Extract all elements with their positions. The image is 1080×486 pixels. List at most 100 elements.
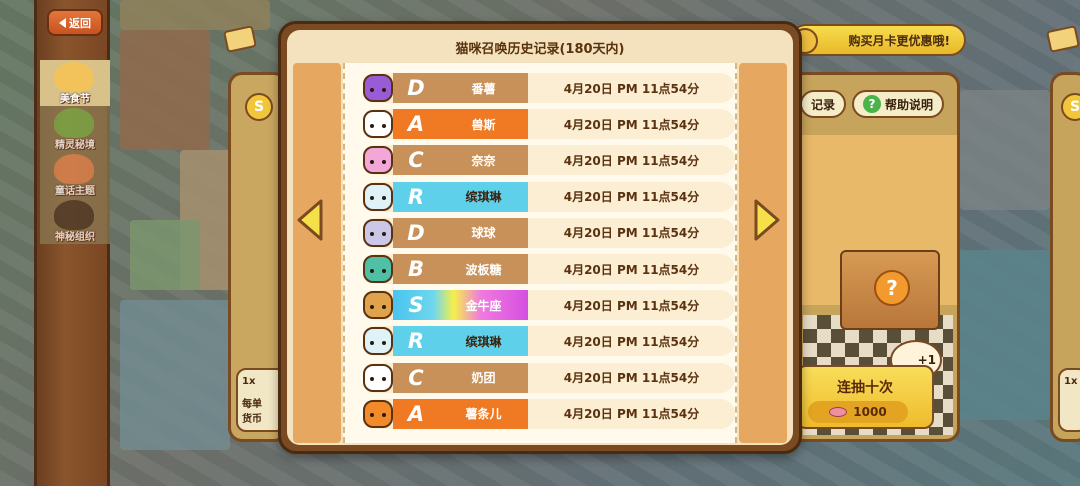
help-label: 帮助说明 — [884, 97, 933, 112]
cat-name: 球球 — [471, 226, 496, 241]
summon-time: 4月20日 PM 11点54分 — [563, 334, 700, 349]
rank-bar: B 波板糖 — [393, 254, 528, 284]
cat-name: 番薯 — [471, 81, 496, 96]
fish-icon — [829, 407, 848, 417]
cat-name: 缤琪琳 — [465, 334, 502, 349]
rank-bar: R 缤琪琳 — [393, 181, 528, 212]
rank-bar: D 番薯 — [393, 73, 528, 103]
history-row: C 奈奈 4月20日 PM 11点54分 — [363, 145, 735, 176]
sidebar-item-label: 精灵秘境 — [55, 140, 95, 151]
sidebar-item-spirit-realm[interactable]: 精灵秘境 — [40, 106, 110, 152]
rank-bar: S 金牛座 — [393, 290, 528, 321]
ten-draw-button[interactable]: 连抽十次 1000 — [796, 365, 934, 429]
back-label: 返回 — [69, 16, 91, 30]
history-row: A 薯条儿 4月20日 PM 11点54分 — [363, 398, 735, 429]
arrow-right-icon — [754, 199, 780, 241]
right-rail — [739, 63, 787, 443]
rank-letter: D — [407, 76, 425, 100]
rank-bar: A 薯条儿 — [393, 398, 528, 429]
sidebar-item-mystery-org[interactable]: 神秘组织 — [40, 198, 110, 244]
sidebar-item-food-festival[interactable]: 美食节 — [40, 60, 110, 106]
question-icon: ? — [862, 95, 881, 113]
back-button[interactable]: 返回 — [47, 9, 103, 36]
summon-time: 4月20日 PM 11点54分 — [563, 407, 700, 422]
sidebar-item-label: 神秘组织 — [55, 232, 95, 243]
cat-name: 奶团 — [471, 371, 496, 386]
history-list[interactable]: D 番薯 4月20日 PM 11点54分 A 兽斯 4月20日 PM 11点54分 C 奈奈 4… — [343, 63, 737, 443]
cat-avatar-icon — [363, 110, 393, 139]
single-draw-count-right: 1x — [1064, 376, 1078, 387]
cat-name: 金牛座 — [465, 298, 502, 313]
rank-letter: C — [408, 148, 424, 173]
monthly-card-label: 购买月卡更优惠哦! — [848, 33, 950, 48]
history-row: R 缤琪琳 4月20日 PM 11点54分 — [363, 181, 735, 212]
sidebar-item-fairy-tale[interactable]: 童话主题 — [40, 152, 110, 198]
rank-letter: B — [407, 257, 424, 281]
modal-body: 猫咪召唤历史记录(180天内) D 番薯 4月20日 PM 11点54分 A 兽斯 4月2… — [287, 30, 793, 445]
sidebar-item-label: 美食节 — [60, 94, 90, 105]
ten-draw-label: 连抽十次 — [837, 380, 893, 396]
rank-bar: C 奶团 — [393, 362, 528, 393]
cat-avatar-icon — [363, 182, 393, 211]
cat-name: 兽斯 — [471, 117, 496, 132]
monthly-card-banner[interactable]: 购买月卡更优惠哦! — [790, 24, 966, 56]
ten-draw-cost-value: 1000 — [853, 405, 887, 419]
s-rank-badge: S — [245, 93, 273, 121]
theme-sidebar: 返回 美食节 精灵秘境 童话主题 神秘组织 — [34, 0, 110, 486]
rank-bar: C 奈奈 — [393, 145, 528, 176]
history-row: R 缤琪琳 4月20日 PM 11点54分 — [363, 326, 735, 357]
rank-bar: A 兽斯 — [393, 109, 528, 140]
next-page-button[interactable] — [752, 198, 782, 242]
history-row: B 波板糖 4月20日 PM 11点54分 — [363, 254, 735, 284]
food-festival-icon — [54, 62, 94, 92]
modal-title: 猫咪召唤历史记录(180天内) — [455, 42, 625, 57]
cat-avatar-icon — [363, 363, 393, 392]
sidebar-item-label: 童话主题 — [55, 186, 95, 197]
rank-letter: R — [407, 329, 425, 354]
rank-letter: R — [407, 184, 425, 209]
back-arrow-icon — [59, 17, 66, 28]
single-draw-count: 1x — [242, 376, 256, 387]
history-row: C 奶团 4月20日 PM 11点54分 — [363, 362, 735, 393]
rank-letter: A — [407, 112, 425, 137]
cat-name: 薯条儿 — [465, 407, 502, 422]
fairy-tale-icon — [54, 154, 94, 184]
single-draw-line2: 货币 — [242, 414, 262, 425]
cat-avatar-icon — [363, 146, 393, 175]
help-button[interactable]: ? 帮助说明 — [852, 90, 944, 118]
single-draw-line1: 每单 — [242, 399, 262, 410]
rank-bar: R 缤琪琳 — [393, 326, 528, 357]
cat-name: 奈奈 — [471, 153, 496, 168]
history-row: S 金牛座 4月20日 PM 11点54分 — [363, 290, 735, 321]
arrow-left-icon — [297, 199, 323, 241]
summon-time: 4月20日 PM 11点54分 — [563, 153, 700, 168]
prev-page-button[interactable] — [295, 198, 325, 242]
summon-history-modal: 猫咪召唤历史记录(180天内) D 番薯 4月20日 PM 11点54分 A 兽斯 4月2… — [278, 21, 802, 454]
summon-time: 4月20日 PM 11点54分 — [563, 226, 700, 241]
summon-time: 4月20日 PM 11点54分 — [563, 117, 700, 132]
cat-avatar-icon — [363, 327, 393, 356]
mystery-box: ? — [840, 250, 940, 330]
cat-avatar-icon — [363, 291, 393, 320]
history-row: D 球球 4月20日 PM 11点54分 — [363, 217, 735, 248]
single-draw-button-right[interactable]: 1x — [1058, 368, 1080, 432]
rank-bar: D 球球 — [393, 217, 528, 248]
cat-name: 波板糖 — [465, 262, 502, 277]
rank-letter: S — [408, 293, 424, 318]
history-row: A 兽斯 4月20日 PM 11点54分 — [363, 109, 735, 140]
record-label: 记录 — [810, 97, 835, 112]
cat-avatar-icon — [363, 74, 393, 102]
s-rank-badge: S — [1061, 93, 1080, 121]
summon-time: 4月20日 PM 11点54分 — [563, 262, 700, 277]
record-button[interactable]: 记录 — [800, 90, 846, 118]
summon-time: 4月20日 PM 11点54分 — [563, 190, 700, 205]
cat-name: 缤琪琳 — [465, 190, 502, 205]
left-rail — [293, 63, 341, 443]
rank-letter: C — [408, 365, 424, 390]
summon-time: 4月20日 PM 11点54分 — [563, 371, 700, 386]
cat-avatar-icon — [363, 399, 393, 428]
cat-avatar-icon — [363, 255, 393, 283]
summon-time: 4月20日 PM 11点54分 — [563, 81, 700, 96]
spirit-realm-icon — [54, 108, 94, 138]
rank-letter: A — [407, 401, 425, 426]
